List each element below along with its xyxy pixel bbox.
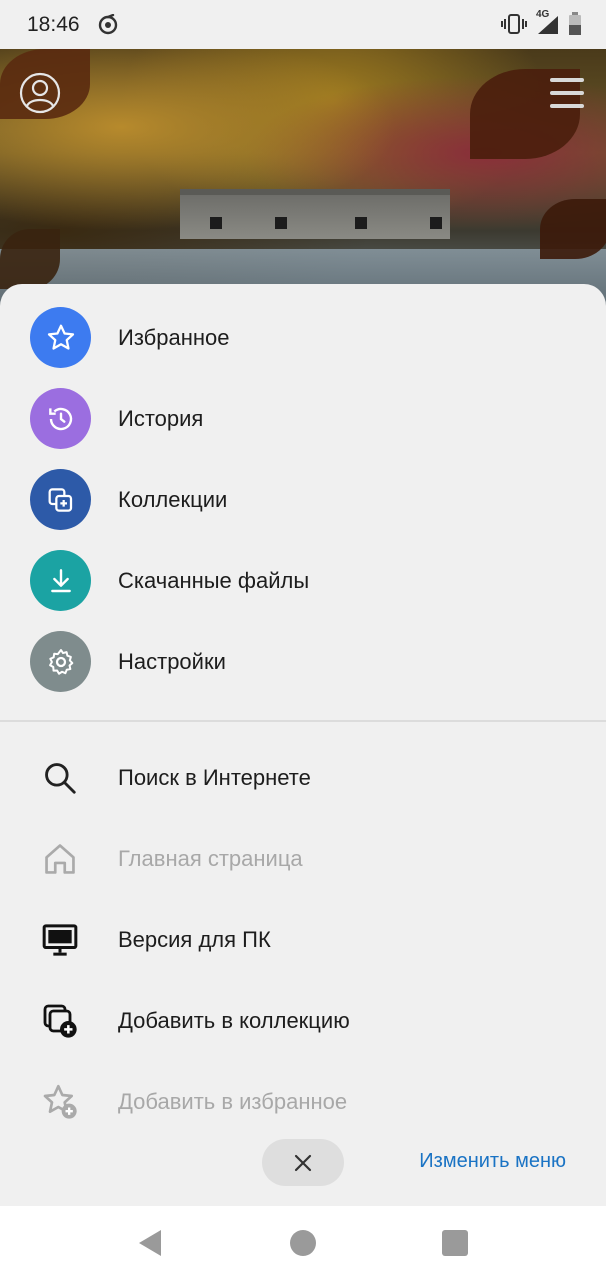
menu-item-label: Главная страница [118,845,303,871]
status-time: 18:46 [27,13,80,36]
menu-item-label: Версия для ПК [118,926,271,952]
add-favorite-icon [40,1082,80,1122]
home-icon [40,839,80,879]
shazam-icon [98,14,118,35]
close-icon [294,1154,312,1171]
gear-icon [30,631,91,692]
menu-item-home-page: Главная страница [0,818,606,899]
profile-icon[interactable] [18,71,62,115]
signal-icon: 4G [536,9,560,36]
header-background-image [0,49,606,309]
status-bar: 18:46 4G [0,0,606,49]
download-icon [30,550,91,611]
menu-item-collections[interactable]: Коллекции [0,459,606,540]
search-icon [40,758,80,798]
collections-icon [30,469,91,530]
menu-item-label: Добавить в коллекцию [118,1007,350,1033]
home-nav-icon[interactable] [290,1230,316,1256]
menu-item-desktop-version[interactable]: Версия для ПК [0,899,606,980]
status-icons: 4G [500,9,582,36]
add-collection-icon [40,1001,80,1041]
star-icon [30,307,91,368]
desktop-icon [40,920,80,960]
menu-divider [0,720,606,722]
menu-item-label: Добавить в избранное [118,1088,348,1114]
hamburger-icon[interactable] [546,74,588,114]
menu-item-settings[interactable]: Настройки [0,621,606,702]
menu-item-label: Поиск в Интернете [118,764,311,790]
menu-item-label: История [118,405,204,431]
history-icon [30,388,91,449]
menu-item-add-to-collection[interactable]: Добавить в коллекцию [0,980,606,1061]
menu-item-label: Коллекции [118,486,228,512]
menu-item-web-search[interactable]: Поиск в Интернете [0,737,606,818]
recents-icon[interactable] [442,1230,468,1256]
battery-icon [569,12,581,35]
edit-menu-link[interactable]: Изменить меню [419,1150,566,1173]
back-icon[interactable] [137,1228,163,1258]
menu-item-label: Скачанные файлы [118,567,310,593]
menu-item-add-to-favorites: Добавить в избранное [0,1061,606,1142]
menu-item-favorites[interactable]: Избранное [0,297,606,378]
vibrate-icon [501,14,527,34]
menu-item-downloads[interactable]: Скачанные файлы [0,540,606,621]
menu-item-label: Настройки [118,648,226,674]
bridge-graphic [180,189,450,239]
menu-item-label: Избранное [118,324,230,350]
close-menu-button[interactable] [262,1139,344,1186]
menu-item-history[interactable]: История [0,378,606,459]
